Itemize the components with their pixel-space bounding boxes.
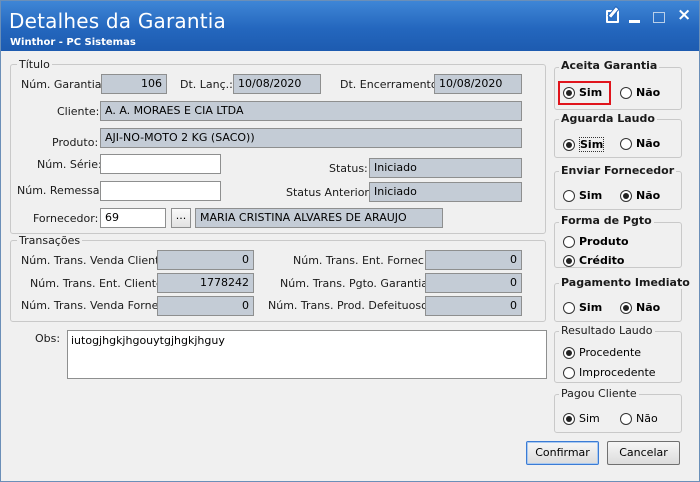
dialog-window: Detalhes da Garantia Winthor - PC Sistem… <box>0 0 700 482</box>
num-serie-input[interactable] <box>100 154 221 174</box>
pgto-garantia-label: Núm. Trans. Pgto. Garantia: <box>280 277 432 290</box>
resultado-laudo-improcedente-label: Improcedente <box>579 366 656 379</box>
fornecedor-name-field[interactable]: MARIA CRISTINA ALVARES DE ARAUJO <box>195 208 443 228</box>
ent-cliente-label: Núm. Trans. Ent. Cliente: <box>30 277 167 290</box>
aceita-garantia-sim-radio[interactable]: Sim <box>563 86 602 99</box>
num-remessa-label: Núm. Remessa: <box>17 184 104 197</box>
pagamento-imediato-title: Pagamento Imediato <box>559 276 692 289</box>
aceita-garantia-title: Aceita Garantia <box>559 59 660 72</box>
produto-label: Produto: <box>52 136 99 149</box>
num-garantia-field[interactable]: 106 <box>101 74 167 94</box>
radio-dot-icon <box>620 86 632 99</box>
pagou-cliente-title: Pagou Cliente <box>559 387 639 400</box>
title-bar[interactable]: Detalhes da Garantia Winthor - PC Sistem… <box>1 1 699 51</box>
dt-lanc-field[interactable]: 10/08/2020 <box>233 74 321 94</box>
radio-dot-icon <box>620 137 632 150</box>
titulo-group-label: Título <box>17 58 52 71</box>
pagamento-imediato-nao-radio[interactable]: Não <box>620 301 660 314</box>
aguarda-laudo-nao-radio[interactable]: Não <box>620 137 660 150</box>
prod-defeituoso-field[interactable]: 0 <box>425 296 522 316</box>
enviar-fornecedor-sim-radio[interactable]: Sim <box>563 189 602 202</box>
radio-dot-icon <box>563 86 575 99</box>
enviar-fornecedor-title: Enviar Fornecedor <box>559 164 677 177</box>
cliente-field[interactable]: A. A. MORAES E CIA LTDA <box>100 101 522 121</box>
status-anterior-label: Status Anterior: <box>286 186 373 199</box>
pagou-cliente-nao-label: Não <box>636 412 658 425</box>
radio-dot-icon <box>620 189 632 202</box>
forma-pgto-produto-radio[interactable]: Produto <box>563 235 629 248</box>
pagamento-imediato-nao-label: Não <box>636 301 661 314</box>
dt-encerramento-field[interactable]: 10/08/2020 <box>434 74 522 94</box>
radio-dot-icon <box>563 412 575 425</box>
pgto-garantia-field[interactable]: 0 <box>425 273 522 293</box>
enviar-fornecedor-nao-radio[interactable]: Não <box>620 189 660 202</box>
resultado-laudo-improcedente-radio[interactable]: Improcedente <box>563 366 656 379</box>
pagou-cliente-sim-label: Sim <box>579 412 600 425</box>
ent-fornec-label: Núm. Trans. Ent. Fornec: <box>293 254 428 267</box>
dt-encerramento-label: Dt. Encerramento: <box>340 78 442 91</box>
cliente-label: Cliente: <box>57 105 100 118</box>
obs-textarea[interactable]: iutogjhgkjhgouytgjhgkjhguy <box>67 330 547 379</box>
ent-cliente-field[interactable]: 1778242 <box>157 273 254 293</box>
radio-dot-icon <box>563 366 575 379</box>
num-serie-label: Núm. Série: <box>37 158 102 171</box>
status-label: Status: <box>329 162 368 175</box>
aguarda-laudo-nao-label: Não <box>636 137 661 150</box>
status-anterior-field[interactable]: Iniciado <box>369 182 522 202</box>
minimize-icon[interactable] <box>629 20 640 23</box>
produto-field[interactable]: AJI-NO-MOTO 2 KG (SACO)) <box>100 128 522 148</box>
num-remessa-input[interactable] <box>100 181 221 201</box>
close-icon[interactable]: × <box>677 7 691 24</box>
pagamento-imediato-sim-radio[interactable]: Sim <box>563 301 602 314</box>
pagamento-imediato-sim-label: Sim <box>579 301 603 314</box>
forma-pgto-credito-radio[interactable]: Crédito <box>563 254 624 267</box>
forma-pgto-produto-label: Produto <box>579 235 629 248</box>
window-subtitle: Winthor - PC Sistemas <box>10 37 136 48</box>
forma-pgto-credito-label: Crédito <box>579 254 625 267</box>
radio-dot-icon <box>563 254 575 267</box>
ent-fornec-field[interactable]: 0 <box>425 250 522 270</box>
edit-icon[interactable] <box>606 10 619 23</box>
aguarda-laudo-sim-label: Sim <box>579 137 605 152</box>
aguarda-laudo-sim-radio[interactable]: Sim <box>563 137 605 152</box>
dt-lanc-label: Dt. Lanç.: <box>180 78 233 91</box>
obs-label: Obs: <box>35 332 61 345</box>
maximize-icon[interactable] <box>653 12 665 23</box>
venda-cliente-field[interactable]: 0 <box>157 250 254 270</box>
num-garantia-label: Núm. Garantia: <box>21 78 106 91</box>
enviar-fornecedor-sim-label: Sim <box>579 189 603 202</box>
enviar-fornecedor-nao-label: Não <box>636 189 661 202</box>
pagou-cliente-sim-radio[interactable]: Sim <box>563 412 600 425</box>
aceita-garantia-nao-label: Não <box>636 86 661 99</box>
venda-fornec-field[interactable]: 0 <box>157 296 254 316</box>
cancelar-button[interactable]: Cancelar <box>607 441 680 465</box>
confirmar-button[interactable]: Confirmar <box>526 441 599 465</box>
prod-defeituoso-label: Núm. Trans. Prod. Defeituoso: <box>268 299 432 312</box>
radio-dot-icon <box>563 138 575 151</box>
aceita-garantia-nao-radio[interactable]: Não <box>620 86 660 99</box>
aguarda-laudo-title: Aguarda Laudo <box>559 112 657 125</box>
fornecedor-label: Fornecedor: <box>33 212 99 225</box>
fornecedor-search-button[interactable]: ... <box>171 208 191 228</box>
venda-fornec-label: Núm. Trans. Venda Fornec: <box>21 299 169 312</box>
resultado-laudo-title: Resultado Laudo <box>559 324 655 337</box>
radio-dot-icon <box>620 301 632 314</box>
venda-cliente-label: Núm. Trans. Venda Cliente: <box>21 254 170 267</box>
pagou-cliente-nao-radio[interactable]: Não <box>620 412 658 425</box>
forma-pgto-title: Forma de Pgto <box>559 214 654 227</box>
radio-dot-icon <box>620 412 632 425</box>
status-field[interactable]: Iniciado <box>369 158 522 178</box>
resultado-laudo-procedente-label: Procedente <box>579 346 642 359</box>
resultado-laudo-procedente-radio[interactable]: Procedente <box>563 346 641 359</box>
aceita-garantia-sim-label: Sim <box>579 86 603 99</box>
radio-dot-icon <box>563 346 575 359</box>
radio-dot-icon <box>563 235 575 248</box>
radio-dot-icon <box>563 189 575 202</box>
fornecedor-code-input[interactable]: 69 <box>100 208 166 228</box>
radio-dot-icon <box>563 301 575 314</box>
window-title: Detalhes da Garantia <box>9 9 226 33</box>
transacoes-group-label: Transações <box>17 234 83 247</box>
